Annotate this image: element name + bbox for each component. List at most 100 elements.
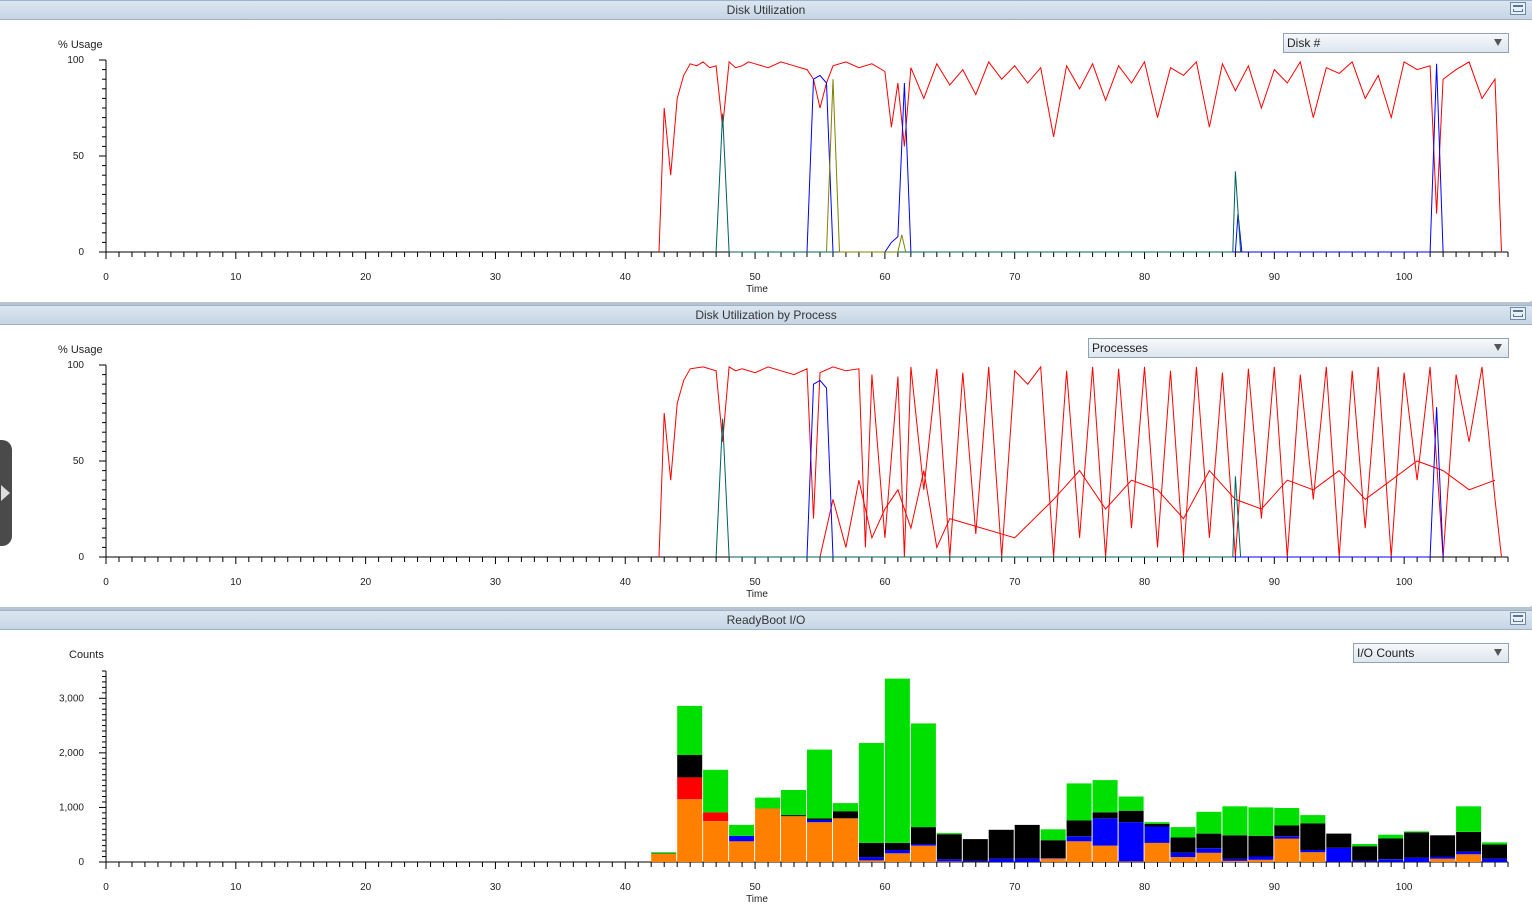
bar-segment-orange [1222,860,1248,862]
bar-segment-orange [807,822,832,862]
bar-segment-red [703,812,729,821]
bar-segment-black [677,755,703,778]
bar-segment-green [1040,829,1066,841]
bar-segment-green [1300,815,1326,824]
bar-segment-red [677,777,703,800]
y-tick-label: 0 [78,247,84,258]
bar-segment-blue [1066,836,1092,842]
bar-segment-orange [1196,852,1222,862]
bar-segment-green [884,678,910,843]
bar-segment-green [833,803,858,812]
bar-segment-black [1196,833,1222,849]
x-tick-label: 80 [1139,882,1151,893]
x-tick-label: 90 [1269,272,1281,283]
bar-segment-blue [1482,858,1507,862]
disk-utilization-by-process-panel: Disk Utilization by Process Processes % … [0,305,1532,606]
x-tick-label: 50 [750,272,762,283]
x-tick-label: 30 [490,882,502,893]
bar-segment-orange [1066,841,1092,862]
bar-segment-orange [1092,845,1118,862]
disk-utilization-panel: Disk Utilization Disk # % Usage 0 10 20 30 4… [0,0,1532,301]
bar-segment-black [807,818,832,820]
bar-segment-black [1014,824,1040,859]
bar-segment-black [1144,823,1170,827]
bar-segment-black [1170,837,1196,853]
bar-segment-orange [1248,859,1274,862]
x-tick-label: 60 [879,577,891,588]
bar-segment-green [651,852,677,854]
bar-segment-blue [1222,858,1248,861]
bar-segment-green [703,769,729,813]
readyboot-io-chart: 0 10 20 30 40 50 60 70 80 90 100 0 1,000 2,000 3,000 Ti… [59,670,1509,905]
bar-segment-blue [729,835,755,842]
bar-segment-orange [1430,858,1456,862]
bar-segment-green [1248,807,1274,836]
bar-segment-black [1482,844,1507,859]
bar-segment-blue [1404,857,1430,862]
bar-segment-black [781,815,806,817]
y-tick-label: 2,000 [59,748,84,759]
bar-segment-green [1378,834,1404,839]
bar-segment-black [1118,810,1144,823]
bar-segment-blue [962,860,988,862]
bar-segment-green [1092,780,1118,813]
bar-segment-orange [729,841,755,862]
bar-segment-black [1378,838,1404,860]
x-axis-label: Time [746,589,768,600]
bar-segment-black [651,853,677,854]
bar-segment-black [1430,835,1456,857]
bar-segment-green [1170,827,1196,838]
bar-segment-black [910,827,936,844]
bar-segment-green [1066,783,1092,821]
x-tick-label: 0 [103,577,109,588]
bar-segment-blue [858,857,884,861]
x-tick-label: 70 [1009,577,1021,588]
x-tick-label: 80 [1139,577,1151,588]
bar-segment-green [781,790,806,816]
x-tick-label: 0 [103,272,109,283]
bar-segment-blue [1118,822,1144,862]
bar-segment-orange [1300,852,1326,862]
bar-segment-blue [1092,818,1118,846]
bar-segment-blue [910,844,936,846]
bar-segment-blue [1378,859,1404,862]
bar-segment-blue [1248,856,1274,860]
series-line-olive [826,79,907,253]
bar-segment-green [729,824,755,836]
bar-segment-black [1040,840,1066,859]
x-tick-label: 60 [879,272,891,283]
x-tick-label: 10 [230,882,242,893]
y-tick-label: 1,000 [59,802,84,813]
series-line-red [658,365,1502,558]
bar-segment-green [1222,806,1248,836]
bar-segment-green [1274,808,1300,826]
bar-segment-blue [1430,856,1456,859]
x-tick-label: 60 [879,882,891,893]
bar-segment-black [1456,832,1482,852]
x-tick-label: 100 [1396,577,1413,588]
x-tick-label: 40 [620,272,632,283]
bar-segment-black [962,839,988,861]
x-tick-label: 50 [750,577,762,588]
bar-segment-orange [755,808,781,862]
bar-segment-green [1404,831,1430,833]
x-axis-label: Time [746,894,768,905]
x-tick-label: 100 [1396,272,1413,283]
bar-segment-blue [1040,858,1066,859]
expand-side-panel-button[interactable] [0,440,12,546]
x-tick-label: 90 [1269,882,1281,893]
bar-segment-blue [1196,848,1222,853]
bar-segment-black [1300,823,1326,850]
series-line-blue [806,63,1444,253]
bar-segment-blue [1300,850,1326,853]
bar-segment-black [1326,833,1352,848]
bar-segment-orange [884,853,910,862]
bar-segment-blue [1144,826,1170,843]
series-line-teal [715,113,1242,253]
bar-segment-blue [884,850,910,854]
series-line-blue [806,379,1444,558]
series-line-red [658,60,1502,253]
y-tick-label: 3,000 [59,693,84,704]
bar-segment-orange [1118,861,1144,862]
bar-segment-blue [807,820,832,823]
